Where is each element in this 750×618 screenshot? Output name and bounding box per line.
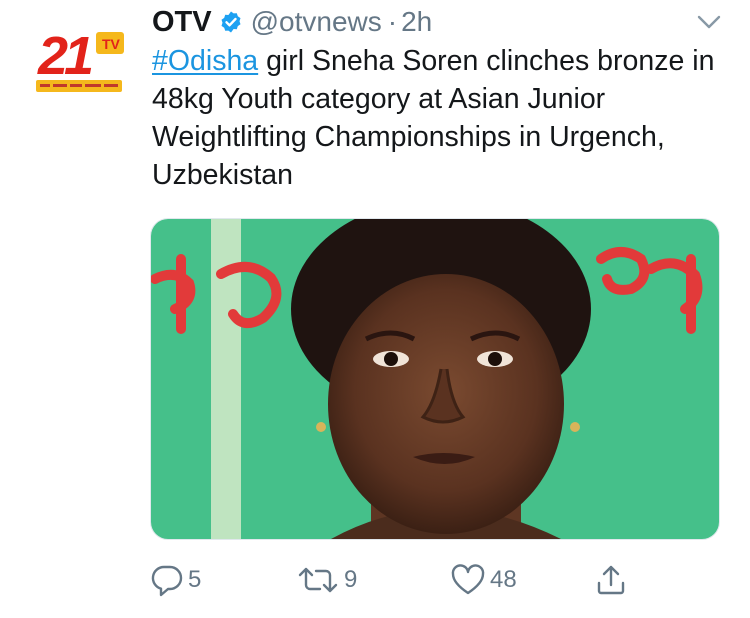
tweet-text: #Odisha girl Sneha Soren clinches bronze… (152, 42, 732, 194)
reply-count: 5 (188, 566, 202, 593)
hashtag-link[interactable]: #Odisha (152, 45, 258, 77)
avatar[interactable]: 21 TV (30, 18, 134, 104)
photo-icon (151, 219, 719, 539)
heart-icon (451, 564, 485, 595)
retweet-count: 9 (344, 566, 358, 593)
share-button[interactable] (594, 560, 628, 600)
handle[interactable]: @otvnews (251, 6, 382, 38)
reply-button[interactable]: 5 (150, 560, 201, 600)
reply-icon (151, 565, 183, 597)
verified-badge-icon (219, 10, 243, 34)
separator-dot: · (387, 6, 398, 37)
like-button[interactable]: 48 (450, 560, 517, 600)
display-name[interactable]: OTV (152, 6, 212, 39)
tweet-photo[interactable] (150, 218, 720, 540)
tweet-header: OTV @otvnews · 2h (152, 2, 432, 42)
svg-text:TV: TV (102, 36, 121, 52)
otv-logo-icon: 21 TV (36, 26, 124, 92)
tweet-actions: 5 9 48 (150, 560, 670, 600)
timestamp[interactable]: 2h (401, 6, 432, 38)
retweet-icon (298, 567, 338, 593)
svg-text:21: 21 (37, 26, 92, 86)
tweet-card[interactable]: 21 TV OTV @otvnews · 2h #Odisha girl Sne… (0, 0, 750, 618)
share-icon (597, 565, 625, 595)
chevron-down-icon[interactable] (694, 10, 724, 34)
like-count: 48 (490, 566, 517, 593)
retweet-button[interactable]: 9 (296, 560, 357, 600)
